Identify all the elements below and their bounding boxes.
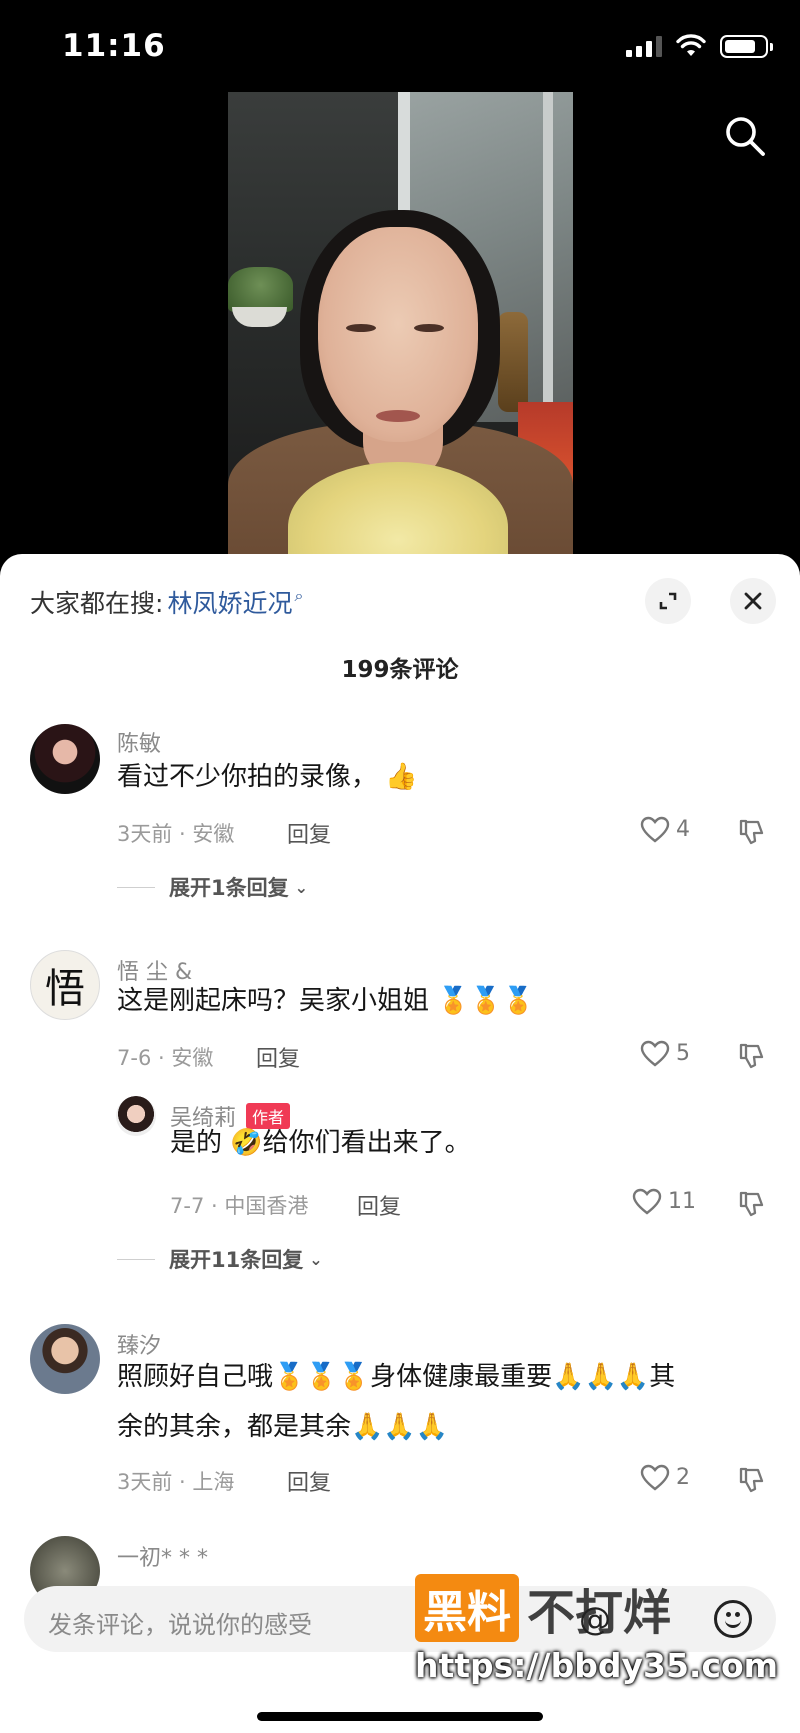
expand-icon (659, 592, 677, 610)
comment-text: 看过不少你拍的录像， 👍 (117, 752, 418, 802)
author-avatar[interactable] (116, 1096, 156, 1136)
hot-search-bar: 大家都在搜: 林凤娇近况 ⌕ (30, 584, 303, 620)
pray-emoji: 🙏🙏🙏 (552, 1362, 650, 1392)
watermark-logo: 黑料 不打烊 (415, 1574, 671, 1642)
reply-button[interactable]: 回复 (287, 1465, 331, 1497)
hot-search-label: 大家都在搜: (30, 589, 164, 618)
dislike-icon[interactable] (738, 1190, 766, 1218)
status-icons (626, 34, 773, 58)
expand-replies-button[interactable]: 展开11条回复 ⌄ (117, 1244, 323, 1274)
watermark: 黑料 不打烊 https://bbdy35.com (415, 1574, 785, 1706)
comment-meta: 3天前 · 上海 (117, 1470, 235, 1494)
search-icon[interactable] (723, 114, 767, 158)
avatar[interactable] (30, 1324, 100, 1394)
avatar[interactable] (30, 724, 100, 794)
hot-search-link[interactable]: 林凤娇近况 (167, 584, 292, 620)
like-count: 2 (676, 1465, 690, 1490)
close-button[interactable] (730, 578, 776, 624)
medal-emoji: 🏅🏅🏅 (273, 1362, 371, 1392)
heart-icon (640, 1464, 670, 1491)
video-player[interactable] (228, 92, 573, 554)
cellular-signal-icon (626, 35, 662, 57)
dislike-icon[interactable] (738, 1466, 766, 1494)
laughing-emoji: 🤣 (230, 1128, 263, 1158)
battery-icon (720, 34, 773, 58)
like-button[interactable]: 4 (640, 816, 690, 843)
thumbs-up-emoji: 👍 (385, 762, 418, 792)
expand-replies-button[interactable]: 展开1条回复 ⌄ (117, 872, 308, 902)
comment-count: 199条评论 (341, 657, 459, 683)
comment-sheet: 大家都在搜: 林凤娇近况 ⌕ 199条评论 陈敏 看过不少你拍的录像， 👍 3天… (0, 554, 800, 1733)
like-button[interactable]: 2 (640, 1464, 690, 1491)
chevron-down-icon: ⌄ (309, 1249, 323, 1269)
heart-icon (640, 1040, 670, 1067)
like-button[interactable]: 5 (640, 1040, 690, 1067)
like-button[interactable]: 11 (632, 1188, 696, 1215)
like-count: 4 (676, 817, 690, 842)
like-count: 5 (676, 1041, 690, 1066)
reply-meta: 7-7 · 中国香港 (170, 1194, 309, 1218)
heart-icon (632, 1188, 662, 1215)
reply-text: 是的 🤣给你们看出来了。 (170, 1118, 471, 1168)
comment-meta: 7-6 · 安徽 (117, 1046, 214, 1070)
comment-user-name[interactable]: 一初* * * (117, 1540, 208, 1572)
reply-button[interactable]: 回复 (256, 1041, 300, 1073)
status-time: 11:16 (62, 28, 166, 64)
comment-meta: 3天前 · 安徽 (117, 822, 235, 846)
dislike-icon[interactable] (738, 1042, 766, 1070)
heart-icon (640, 816, 670, 843)
like-count: 11 (668, 1189, 696, 1214)
home-indicator (257, 1712, 543, 1721)
medal-emoji: 🏅🏅🏅 (437, 986, 535, 1016)
reply-button[interactable]: 回复 (287, 817, 331, 849)
status-bar: 11:16 (0, 0, 800, 96)
comment-input-placeholder: 发条评论，说说你的感受 (48, 1611, 312, 1639)
reply-button[interactable]: 回复 (357, 1189, 401, 1221)
avatar[interactable]: 悟 (30, 950, 100, 1020)
wifi-icon (676, 34, 706, 56)
chevron-down-icon: ⌄ (294, 877, 309, 897)
watermark-url: https://bbdy35.com (415, 1646, 779, 1685)
dislike-icon[interactable] (738, 818, 766, 846)
close-icon (744, 592, 762, 610)
comment-text: 照顾好自己哦🏅🏅🏅身体健康最重要🙏🙏🙏其 余的其余，都是其余🙏🙏🙏 (117, 1352, 777, 1452)
small-search-icon: ⌕ (294, 586, 304, 605)
comment-text: 这是刚起床吗？吴家小姐姐 🏅🏅🏅 (117, 976, 534, 1026)
pray-emoji: 🙏🙏🙏 (351, 1412, 449, 1442)
expand-button[interactable] (645, 578, 691, 624)
